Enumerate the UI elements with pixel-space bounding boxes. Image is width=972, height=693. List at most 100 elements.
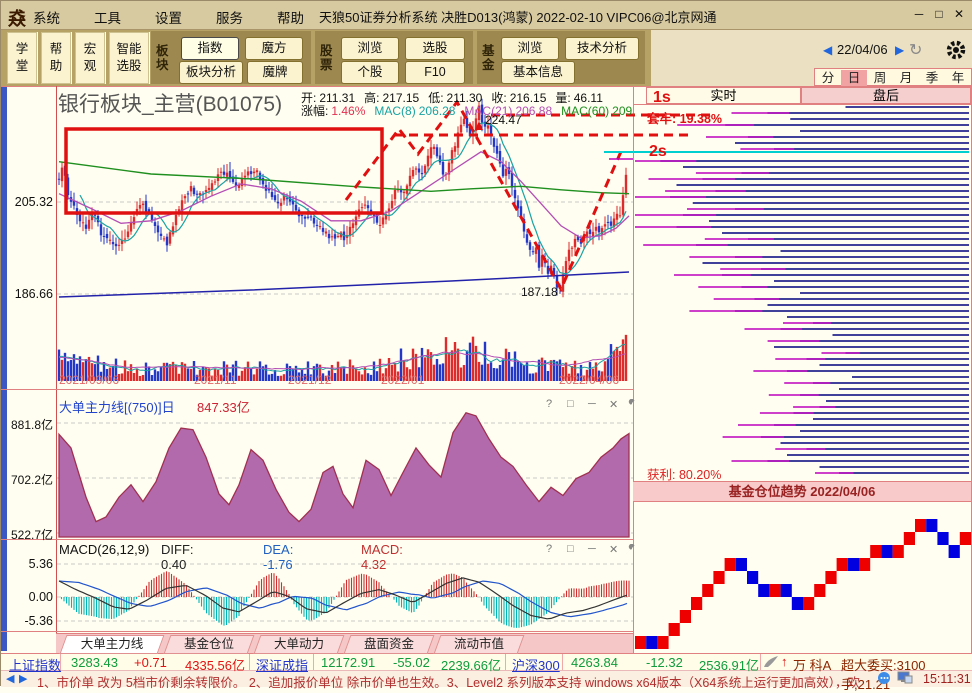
price-axis-label: 186.66 xyxy=(14,287,53,301)
period-tab-bar: 分日周月季年 xyxy=(814,68,972,86)
toolbar-group-label: 基金 xyxy=(482,44,495,72)
ma-label: MAC(60) xyxy=(561,104,610,118)
group-button-F10[interactable]: F10 xyxy=(405,61,465,84)
ticker-text: 1、市价单 改为 5档市价剩余转限价。 2、追加报价单位 除市价单也生效。3、L… xyxy=(37,676,861,690)
date-axis-label: 2022/01 xyxy=(381,373,425,387)
tab-afterhours[interactable]: 盘后 xyxy=(801,87,971,104)
price-axis-label: 205.32 xyxy=(14,195,53,209)
toolbar-button-hongguan[interactable]: 宏观 xyxy=(75,32,105,84)
macd-axis-label: -5.36 xyxy=(24,614,54,628)
chat-icon[interactable] xyxy=(877,671,892,685)
period-tab-年[interactable]: 年 xyxy=(945,70,971,86)
bottom-tab-大单主力线[interactable]: 大单主力线 xyxy=(59,635,165,654)
group-button-个股[interactable]: 个股 xyxy=(341,61,399,84)
toolbar-button-bangzhu[interactable]: 帮助 xyxy=(41,32,71,84)
volume-profile-chart[interactable] xyxy=(634,105,971,480)
index-change: -12.32 xyxy=(646,655,683,670)
group-button-板块分析[interactable]: 板块分析 xyxy=(179,61,243,84)
macd-close-icon[interactable]: ✕ xyxy=(609,543,618,556)
divider xyxy=(505,654,506,670)
toolbar-button-xuetang[interactable]: 学堂 xyxy=(7,32,37,84)
date-axis-label: 2022/04/06 xyxy=(559,373,620,387)
dadan-help-icon[interactable]: ? xyxy=(546,398,552,410)
macd-wrench-icon[interactable] xyxy=(625,544,636,555)
menu-item-3[interactable]: 服务 xyxy=(210,5,249,29)
group-button-魔方[interactable]: 魔方 xyxy=(245,37,303,60)
date-prev-arrow[interactable]: ◀ xyxy=(823,43,832,57)
close-button[interactable]: ✕ xyxy=(949,7,969,21)
menu-item-2[interactable]: 设置 xyxy=(149,5,188,29)
annotation-2s-label: 2s xyxy=(649,143,667,160)
macd-panel-title: MACD(26,12,9) xyxy=(59,542,150,557)
macd-axis-label: 5.36 xyxy=(28,557,53,571)
volume-pane[interactable] xyxy=(57,313,633,383)
menu-item-4[interactable]: 帮助 xyxy=(271,5,310,29)
group-button-指数[interactable]: 指数 xyxy=(181,37,239,60)
date-value: 22/04/06 xyxy=(837,42,888,57)
period-tab-分[interactable]: 分 xyxy=(815,70,841,86)
group-button-基本信息[interactable]: 基本信息 xyxy=(501,61,575,84)
dadan-panel-value: 847.33亿 xyxy=(197,400,250,415)
ticker-time: 15:11:31 xyxy=(923,672,971,686)
dadan-minimize-icon[interactable]: ─ xyxy=(588,398,596,410)
dadan-restore-icon[interactable]: □ xyxy=(567,398,574,410)
period-tab-月[interactable]: 月 xyxy=(893,70,919,86)
monitor-icon[interactable] xyxy=(897,671,913,685)
bottom-tab-流动市值[interactable]: 流动市值 xyxy=(433,635,525,654)
peak-value-label: 224.47 xyxy=(485,113,522,127)
hand-icon xyxy=(763,655,779,668)
refresh-icon[interactable]: ↻ xyxy=(909,40,922,60)
toolbar-button-label: 智能 xyxy=(116,42,142,56)
minimize-button[interactable]: ─ xyxy=(909,7,929,21)
annotation-taolao-label: 套牢: 19.38% xyxy=(647,112,723,126)
divider xyxy=(562,654,563,670)
toolbar-group-label-line: 股 xyxy=(320,43,333,58)
bottom-tab-盘面资金[interactable]: 盘面资金 xyxy=(343,635,435,654)
app-title: 天狼50证券分析系统 决胜D013(鸿蒙) 2022-02-10 VIPC06@… xyxy=(319,10,717,25)
period-tab-日[interactable]: 日 xyxy=(841,70,867,86)
toolbar-button-label: 观 xyxy=(83,59,97,73)
group-button-选股[interactable]: 选股 xyxy=(405,37,465,60)
divider xyxy=(60,654,61,670)
app-logo: 猋 xyxy=(8,9,26,29)
dadan-wrench-icon[interactable] xyxy=(625,399,636,410)
divider xyxy=(1,539,634,540)
dadan-panel-title: 大单主力线[(750)]日 xyxy=(59,400,175,415)
macd-chart[interactable] xyxy=(57,557,633,631)
toolbar-button-label: 堂 xyxy=(15,59,29,73)
period-tab-周[interactable]: 周 xyxy=(867,70,893,86)
macd-help-icon[interactable]: ? xyxy=(546,543,552,555)
dadan-chart[interactable] xyxy=(57,411,633,539)
menu-item-0[interactable]: 系统 xyxy=(27,5,66,29)
divider xyxy=(760,654,761,670)
ticker-next-arrow[interactable]: ▶ xyxy=(19,672,27,685)
date-next-arrow[interactable]: ▶ xyxy=(895,43,904,57)
macd-minimize-icon[interactable]: ─ xyxy=(588,543,596,555)
toolbar-button-label: 学 xyxy=(15,42,29,56)
menu-item-1[interactable]: 工具 xyxy=(88,5,127,29)
group-button-浏览[interactable]: 浏览 xyxy=(501,37,559,60)
ticker-prev-arrow[interactable]: ◀ xyxy=(6,672,14,685)
group-button-浏览[interactable]: 浏览 xyxy=(341,37,399,60)
toolbar-button-zhineng[interactable]: 智能 选股 xyxy=(109,32,149,84)
fund-trend-chart[interactable] xyxy=(634,501,971,653)
index-value: 4263.84 xyxy=(571,655,618,670)
gear-icon[interactable] xyxy=(945,39,967,61)
toolbar-group-label-line: 板 xyxy=(156,43,169,58)
maximize-button[interactable]: □ xyxy=(929,7,949,21)
toolbar-button-label: 帮 xyxy=(49,42,63,56)
macd-restore-icon[interactable]: □ xyxy=(567,543,574,555)
macd-axis-label: 0.00 xyxy=(28,590,53,604)
toolbar-button-label: 助 xyxy=(49,59,63,73)
index-value: 3283.43 xyxy=(71,655,118,670)
bottom-tab-基金仓位[interactable]: 基金仓位 xyxy=(163,635,255,654)
group-button-技术分析[interactable]: 技术分析 xyxy=(565,37,639,60)
group-button-魔牌[interactable]: 魔牌 xyxy=(247,61,303,84)
toolbar-group-label-line: 票 xyxy=(320,57,333,72)
bottom-tab-大单动力[interactable]: 大单动力 xyxy=(253,635,345,654)
period-tab-季[interactable]: 季 xyxy=(919,70,945,86)
dadan-close-icon[interactable]: ✕ xyxy=(609,398,618,411)
ma-label: 涨幅: xyxy=(301,104,329,118)
toolbar-button-label: 宏 xyxy=(83,42,97,56)
date-axis-label: 2021/09/06 xyxy=(59,373,120,387)
